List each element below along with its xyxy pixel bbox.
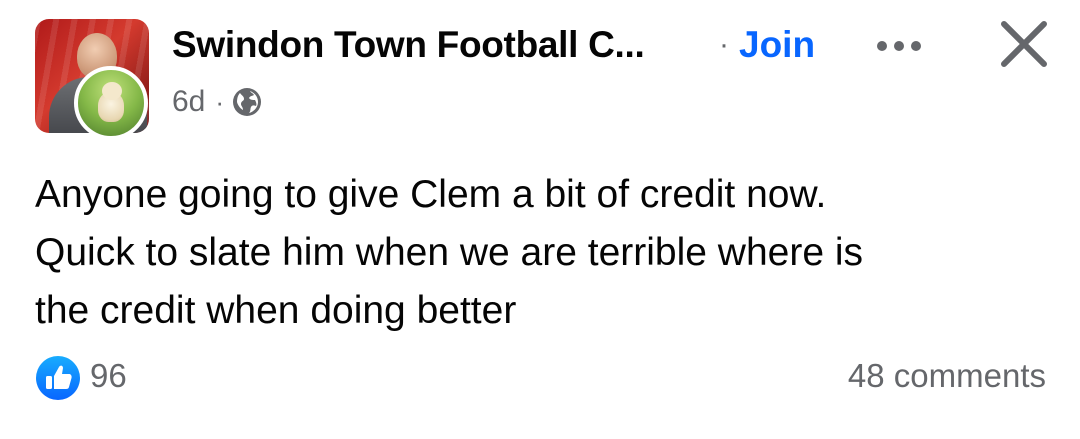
- meta-separator: ·: [215, 86, 225, 117]
- close-button[interactable]: [996, 16, 1052, 72]
- thumbs-up-icon: [46, 365, 72, 389]
- join-button[interactable]: Join: [739, 24, 815, 66]
- author-avatar[interactable]: [74, 66, 148, 140]
- post-time[interactable]: 6d: [172, 85, 205, 119]
- more-dot-icon: [877, 41, 887, 51]
- post-text-line: Anyone going to give Clem a bit of credi…: [35, 173, 827, 216]
- post-card: Swindon Town Football C... · Join 6d · A…: [0, 0, 1080, 439]
- post-text-line: Quick to slate him when we are terrible …: [35, 231, 864, 274]
- group-name[interactable]: Swindon Town Football C...: [172, 24, 645, 66]
- post-body: Anyone going to give Clem a bit of credi…: [35, 166, 1045, 340]
- close-icon: [1001, 21, 1047, 67]
- author-avatar-dog-head: [102, 82, 122, 100]
- post-meta: 6d ·: [172, 84, 262, 120]
- post-text-line: the credit when doing better: [35, 289, 517, 332]
- globe-icon: [233, 88, 262, 116]
- reaction-count[interactable]: 96: [90, 357, 127, 395]
- more-dot-icon: [911, 41, 921, 51]
- like-icon[interactable]: [36, 356, 80, 400]
- more-options-button[interactable]: [870, 28, 928, 64]
- comments-link[interactable]: 48 comments: [848, 357, 1046, 395]
- header-separator: ·: [719, 28, 729, 61]
- more-dot-icon: [894, 41, 904, 51]
